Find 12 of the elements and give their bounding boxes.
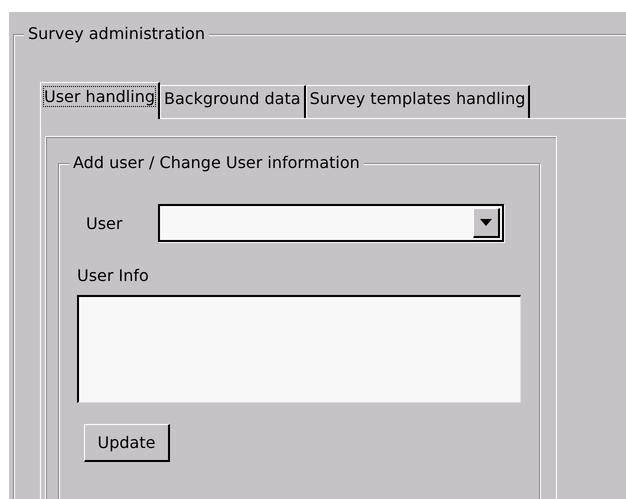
update-button[interactable]: Update [84,424,170,462]
user-info-field[interactable] [77,295,521,403]
user-info-label: User Info [77,266,150,285]
group-title: Add user / Change User information [69,153,364,172]
group-title: Survey administration [24,24,209,43]
tab[interactable]: Background data [160,85,306,118]
dropdown-button[interactable] [473,208,500,238]
tab[interactable]: Survey templates handling [306,85,530,118]
tab[interactable]: User handling [40,82,160,119]
user-label: User [86,214,122,232]
caret-icon [480,219,492,226]
user-dropdown[interactable] [158,204,504,242]
